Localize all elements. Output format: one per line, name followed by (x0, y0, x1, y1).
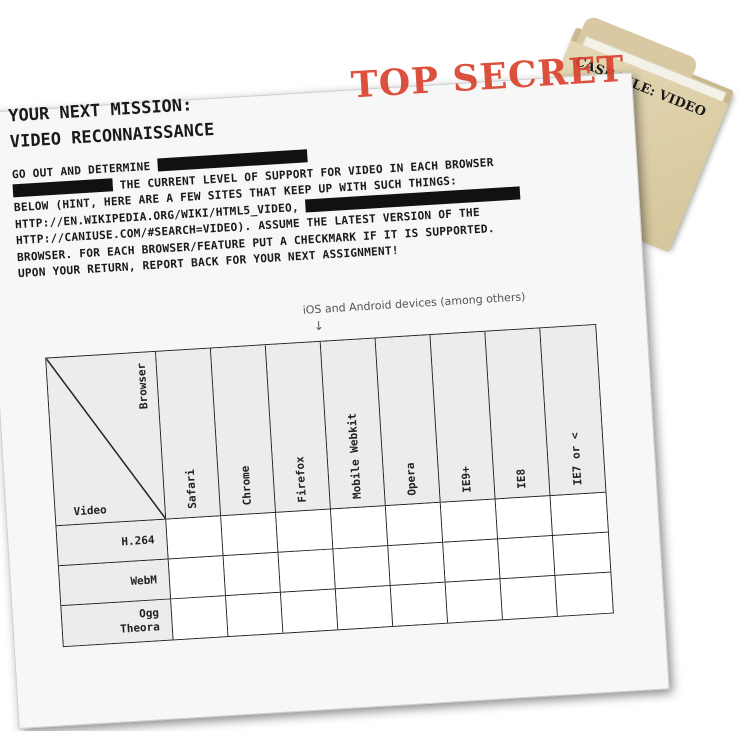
browser-header-firefox: Firefox (265, 341, 331, 513)
browser-label: IE8 (514, 468, 529, 490)
format-label-webm: WebM (58, 559, 172, 607)
browser-label: Opera (403, 462, 419, 496)
checkbox-cell[interactable] (335, 586, 394, 630)
checkbox-cell[interactable] (388, 542, 446, 587)
browser-label: Mobile Webkit (345, 412, 364, 500)
table-corner-cell: Browser Video (46, 351, 167, 527)
video-support-table: Browser Video Safari Chrome Firefox Mobi… (45, 323, 614, 648)
mission-instructions: GO OUT AND DETERMINE THE CURRENT LEVEL O… (11, 131, 617, 283)
mission-page: YOUR NEXT MISSION: VIDEO RECONNAISSANCE … (0, 0, 669, 728)
checkbox-cell[interactable] (555, 572, 613, 616)
browser-label: IE9+ (459, 465, 474, 493)
checkbox-cell[interactable] (171, 596, 229, 640)
checkbox-cell[interactable] (330, 506, 389, 550)
handwritten-annotation: iOS and Android devices (among others) (302, 290, 526, 317)
table-header-row: Browser Video Safari Chrome Firefox Mobi… (46, 325, 606, 527)
checkbox-cell[interactable] (550, 492, 608, 537)
checkbox-cell[interactable] (443, 539, 501, 583)
checkbox-cell[interactable] (500, 575, 558, 620)
format-label-ogg-theora: Ogg Theora (61, 599, 174, 647)
checkbox-cell[interactable] (280, 589, 339, 633)
browser-label: Firefox (293, 455, 309, 503)
mission-title: YOUR NEXT MISSION: VIDEO RECONNAISSANCE (8, 91, 215, 155)
checkbox-cell[interactable] (168, 556, 227, 600)
checkbox-cell[interactable] (166, 516, 224, 560)
browser-label: Chrome (238, 465, 255, 506)
checkbox-cell[interactable] (553, 532, 611, 576)
browser-header-opera: Opera (375, 335, 441, 507)
corner-browser-label: Browser (134, 362, 151, 410)
browser-label: Safari (183, 468, 200, 510)
browser-header-ie7: IE7 or < (540, 325, 606, 497)
checkbox-cell[interactable] (276, 509, 334, 553)
checkbox-cell[interactable] (385, 502, 444, 547)
checkbox-cell[interactable] (278, 549, 336, 593)
browser-label: IE7 or < (567, 432, 584, 486)
checkbox-cell[interactable] (495, 496, 554, 540)
annotation-arrow-icon: ↓ (313, 318, 325, 334)
checkbox-cell[interactable] (221, 512, 279, 557)
browser-header-ie9: IE9+ (430, 331, 496, 503)
checkbox-cell[interactable] (226, 592, 284, 637)
top-secret-stamp: TOP SECRET (349, 47, 626, 107)
format-label-h264: H.264 (56, 519, 169, 567)
checkbox-cell[interactable] (445, 579, 503, 623)
browser-header-safari: Safari (156, 348, 222, 520)
checkbox-cell[interactable] (223, 552, 281, 597)
checkbox-cell[interactable] (440, 499, 499, 543)
checkbox-cell[interactable] (390, 582, 449, 626)
mission-sheet: YOUR NEXT MISSION: VIDEO RECONNAISSANCE … (0, 48, 670, 729)
browser-header-ie8: IE8 (485, 328, 551, 500)
checkbox-cell[interactable] (498, 536, 556, 580)
checkbox-cell[interactable] (333, 546, 391, 590)
browser-header-mobile-webkit: Mobile Webkit (320, 338, 386, 510)
browser-header-chrome: Chrome (210, 345, 277, 517)
corner-video-label: Video (73, 503, 108, 519)
